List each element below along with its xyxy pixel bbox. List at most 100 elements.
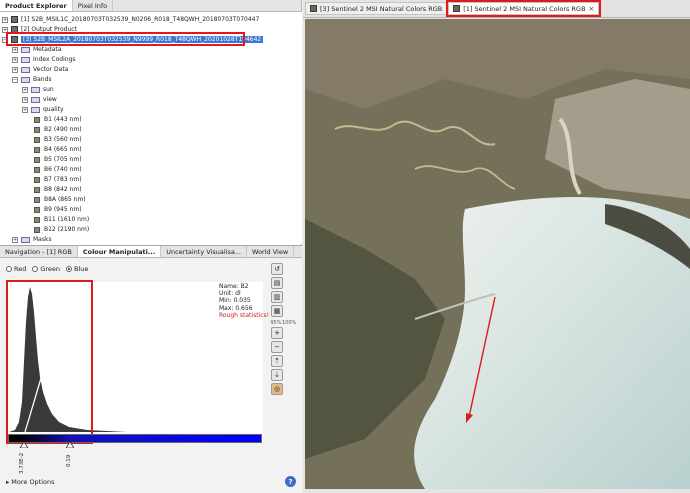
tree-folder-sun[interactable]: + sun (22, 85, 54, 94)
tree-index-codings[interactable]: + Index Codings (12, 55, 76, 64)
tab-product-explorer[interactable]: Product Explorer (0, 0, 73, 11)
expand-icon[interactable]: + (12, 236, 18, 243)
band-label: B4 (665 nm) (44, 146, 82, 153)
left-panel: Product Explorer Pixel Info + [1] S2B_MS… (0, 0, 302, 493)
tab-image-1[interactable]: [1] Sentinel 2 MSI Natural Colors RGB × (446, 0, 602, 17)
satellite-image[interactable] (305, 19, 690, 489)
product-tree: + [1] S2B_MSIL1C_20180703T032539_N0206_R… (0, 12, 302, 244)
high-slider-value[interactable]: 0.19 (66, 455, 72, 467)
expand-icon[interactable]: + (2, 16, 8, 23)
reset-icon[interactable]: ↺ (271, 263, 283, 275)
colour-manipulation-panel: Navigation - [1] RGB Colour Manipulati..… (0, 245, 302, 493)
band-label: B9 (945 nm) (44, 206, 82, 213)
zoom-vertical-out-icon[interactable]: ⇣ (271, 369, 283, 381)
tree-band-b8a[interactable]: B8A (865 nm) (34, 195, 86, 204)
tab-colour-manipulation[interactable]: Colour Manipulati... (77, 246, 162, 257)
radio-red-label: Red (14, 265, 27, 273)
zoom-out-icon[interactable]: − (271, 341, 283, 353)
tree-band-b11[interactable]: B11 (1610 nm) (34, 215, 89, 224)
band-icon (34, 216, 40, 223)
tree-band-b9[interactable]: B9 (945 nm) (34, 205, 82, 214)
tree-band-b8[interactable]: B8 (842 nm) (34, 185, 82, 194)
band-icon (34, 186, 40, 193)
band-label: B3 (560 nm) (44, 136, 82, 143)
zoom-vertical-in-icon[interactable]: ⇡ (271, 355, 283, 367)
band-label: B11 (1610 nm) (44, 216, 90, 223)
highlight-box-product (6, 32, 245, 46)
tab-pixel-info[interactable]: Pixel Info (73, 0, 114, 11)
export-icon[interactable]: ▥ (271, 291, 283, 303)
tree-band-b3[interactable]: B3 (560 nm) (34, 135, 82, 144)
tree-band-b5[interactable]: B5 (705 nm) (34, 155, 82, 164)
tree-folder-view[interactable]: + view (22, 95, 57, 104)
close-icon[interactable]: × (589, 5, 595, 13)
radio-green-label: Green (40, 265, 61, 273)
expand-icon[interactable]: + (12, 56, 18, 63)
folder-icon (21, 76, 30, 83)
folder-icon (21, 56, 30, 63)
band-icon (34, 176, 40, 183)
band-icon (34, 156, 40, 163)
folder-icon (21, 46, 30, 53)
multi-icon[interactable]: ▦ (271, 305, 283, 317)
tree-folder-quality[interactable]: + quality (22, 105, 64, 114)
tab-world-view[interactable]: World View (247, 246, 295, 257)
collapse-icon[interactable]: − (12, 76, 18, 83)
more-options[interactable]: ▸ More Options (6, 478, 55, 486)
band-icon (34, 226, 40, 233)
tab-image-3[interactable]: [3] Sentinel 2 MSI Natural Colors RGB (305, 2, 448, 15)
band-icon (34, 116, 40, 123)
percent-95-button[interactable]: 95% (270, 320, 282, 326)
help-icon[interactable]: ? (285, 476, 296, 487)
tab-navigation[interactable]: Navigation - [1] RGB (0, 246, 78, 257)
tree-product-1[interactable]: + [1] S2B_MSIL1C_20180703T032539_N0206_R… (2, 15, 259, 24)
import-icon[interactable]: ▤ (271, 277, 283, 289)
image-view-panel: [3] Sentinel 2 MSI Natural Colors RGB [1… (303, 0, 690, 493)
zoom-in-icon[interactable]: + (271, 327, 283, 339)
radio-green[interactable]: Green (32, 265, 60, 273)
low-slider-value[interactable]: 3.73E-2 (19, 453, 25, 474)
product-icon (11, 16, 18, 23)
expand-icon[interactable]: + (22, 106, 28, 113)
band-label: B7 (783 nm) (44, 176, 82, 183)
expand-icon[interactable]: + (22, 96, 28, 103)
high-slider-handle[interactable] (66, 442, 74, 448)
percent-100-button[interactable]: 100% (282, 320, 296, 326)
stat-max: Max: 0.656 (219, 304, 253, 312)
highlight-box-histogram (6, 280, 93, 444)
colour-gradient-bar (8, 434, 262, 443)
band-statistics: Name: B2 Unit: dl Min: 0.035 Max: 0.656 … (219, 283, 269, 319)
tree-bands[interactable]: − Bands (12, 75, 52, 84)
expand-icon[interactable]: + (22, 86, 28, 93)
low-slider-handle[interactable] (20, 442, 28, 448)
band-label: B12 (2190 nm) (44, 226, 90, 233)
tree-band-b6[interactable]: B6 (740 nm) (34, 165, 82, 174)
tab-image-1-label: [1] Sentinel 2 MSI Natural Colors RGB (463, 4, 586, 13)
tree-metadata-label: Metadata (33, 46, 62, 53)
tree-band-b12[interactable]: B12 (2190 nm) (34, 225, 89, 234)
tree-band-b4[interactable]: B4 (665 nm) (34, 145, 82, 154)
more-options-label: More Options (11, 478, 55, 486)
tree-band-b2[interactable]: B2 (490 nm) (34, 125, 82, 134)
tab-uncertainty[interactable]: Uncertainty Visualisa... (161, 246, 248, 257)
expand-icon[interactable]: + (12, 46, 18, 53)
band-label: B8A (865 nm) (44, 196, 86, 203)
tree-folder-label: view (43, 96, 57, 103)
radio-red[interactable]: Red (6, 265, 26, 273)
tree-band-b7[interactable]: B7 (783 nm) (34, 175, 82, 184)
settings-icon[interactable]: ◎ (271, 383, 283, 395)
tree-vector-data[interactable]: + Vector Data (12, 65, 68, 74)
expand-arrow-icon: ▸ (6, 478, 10, 486)
band-icon (34, 136, 40, 143)
tree-band-b1[interactable]: B1 (443 nm) (34, 115, 82, 124)
band-label: B6 (740 nm) (44, 166, 82, 173)
expand-icon[interactable]: + (12, 66, 18, 73)
explorer-tabbar: Product Explorer Pixel Info (0, 0, 301, 12)
tree-metadata[interactable]: + Metadata (12, 45, 61, 54)
band-icon (34, 146, 40, 153)
band-icon (34, 126, 40, 133)
folder-icon (31, 96, 40, 103)
radio-blue[interactable]: Blue (66, 265, 88, 273)
tree-index-codings-label: Index Codings (33, 56, 76, 63)
tree-masks[interactable]: + Masks (12, 235, 52, 244)
